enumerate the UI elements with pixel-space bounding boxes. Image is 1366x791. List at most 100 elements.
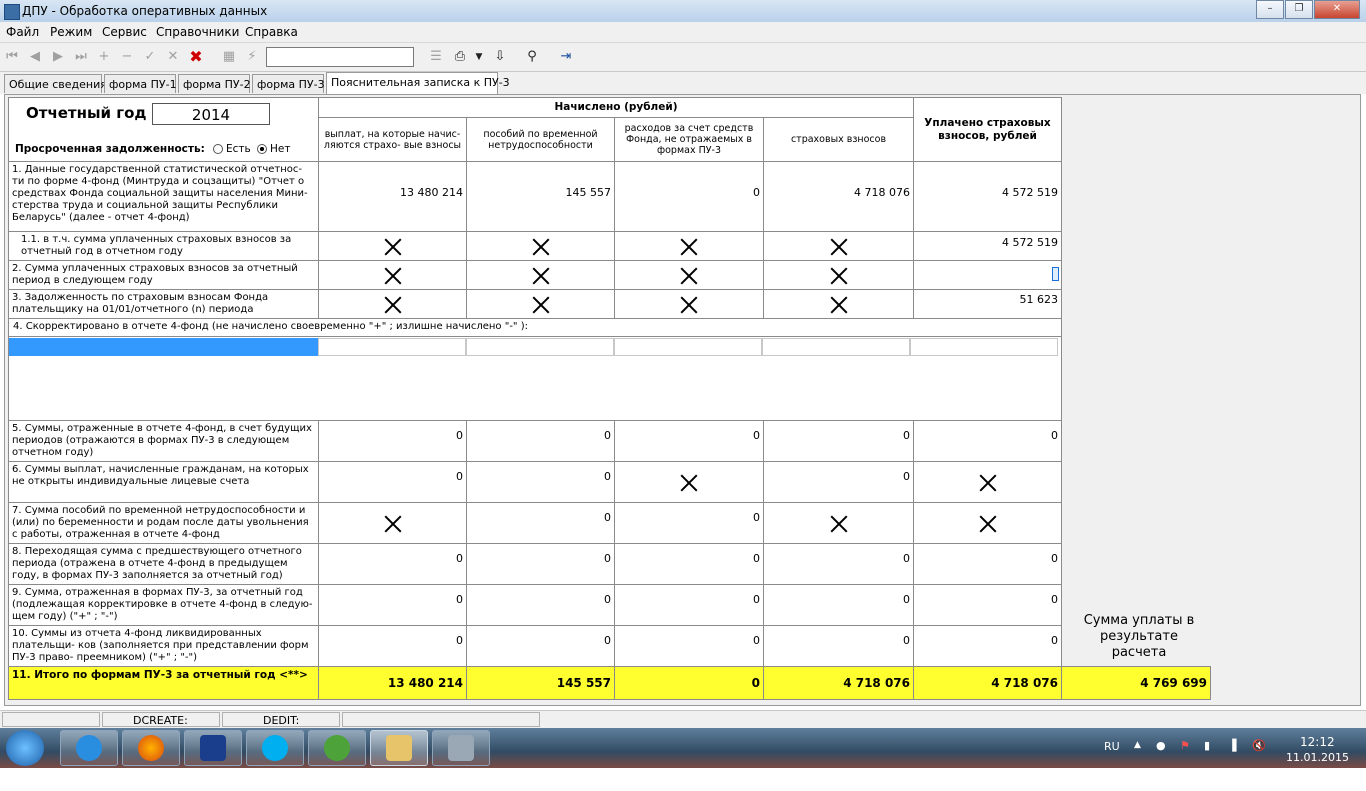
tab-pu2[interactable]: форма ПУ-2 [178, 74, 251, 93]
row10-label: 10. Суммы из отчета 4-фонд ликвидированн… [8, 625, 319, 667]
row1-paid-value[interactable]: 4 572 519 [913, 161, 1062, 232]
year-block: Отчетный год 2014 Просроченная задолженн… [8, 97, 319, 162]
accrued-header: Начислено (рублей) [318, 97, 914, 118]
overdue-yes-radio[interactable] [213, 144, 223, 154]
row9-payments-value[interactable]: 0 [318, 584, 467, 626]
grid-cell[interactable] [762, 338, 910, 356]
cross-icon [680, 296, 698, 314]
row1-1-paid-value[interactable]: 4 572 519 [913, 231, 1062, 261]
row10-contributions-value[interactable]: 0 [763, 625, 914, 667]
row8-benefits-value[interactable]: 0 [466, 543, 615, 585]
row9-contributions-value[interactable]: 0 [763, 584, 914, 626]
taskbar-skype[interactable] [246, 730, 304, 766]
next-record-icon[interactable]: ▶ [48, 47, 68, 67]
minimize-button[interactable]: – [1256, 0, 1284, 19]
taskbar-utorrent[interactable] [308, 730, 366, 766]
prev-record-icon[interactable]: ◀ [25, 47, 45, 67]
row8-contributions-value[interactable]: 0 [763, 543, 914, 585]
tab-explanatory-note[interactable]: Пояснительная записка к ПУ-3 [326, 72, 510, 94]
chevron-down-icon[interactable]: ▼ [473, 47, 485, 67]
cross-icon [384, 515, 402, 533]
taskbar-ie[interactable] [60, 730, 118, 766]
row2-paid-input[interactable] [913, 260, 1062, 290]
status-cell-empty [2, 712, 100, 727]
taskbar-firefox[interactable] [122, 730, 180, 766]
row7-benefits-value[interactable]: 0 [466, 502, 615, 544]
language-indicator[interactable]: RU [1104, 740, 1120, 780]
grid-cell[interactable] [614, 338, 762, 356]
overdue-no-radio[interactable] [257, 144, 267, 154]
grid-cell[interactable] [910, 338, 1058, 356]
tab-pu3[interactable]: форма ПУ-3 [252, 74, 325, 93]
menu-help[interactable]: Справка [245, 25, 298, 39]
first-record-icon[interactable]: ⏮ [2, 47, 22, 67]
row3-paid-value[interactable]: 51 623 [913, 289, 1062, 319]
maximize-button[interactable]: ❐ [1285, 0, 1313, 19]
start-button[interactable] [6, 730, 44, 766]
row5-paid-value[interactable]: 0 [913, 420, 1062, 462]
row9-expenses-value[interactable]: 0 [614, 584, 764, 626]
text-cursor [1052, 267, 1059, 281]
row1-contributions-value[interactable]: 4 718 076 [763, 161, 914, 232]
tab-pu1[interactable]: форма ПУ-1 [104, 74, 177, 93]
signal-icon[interactable]: ▐ [1228, 739, 1236, 779]
row9-benefits-value[interactable]: 0 [466, 584, 615, 626]
row1-expenses-value[interactable]: 0 [614, 161, 764, 232]
grid-cell[interactable] [466, 338, 614, 356]
row6-contributions-value[interactable]: 0 [763, 461, 914, 503]
tray-network-app-icon[interactable]: ● [1156, 739, 1166, 779]
search-icon[interactable]: ⚲ [522, 47, 542, 67]
row8-paid-value[interactable]: 0 [913, 543, 1062, 585]
toolbar-search-input[interactable] [266, 47, 414, 67]
post-record-icon[interactable]: ✓ [140, 47, 160, 67]
selected-grid-row[interactable] [9, 338, 318, 356]
row5-benefits-value[interactable]: 0 [466, 420, 615, 462]
row5-payments-value[interactable]: 0 [318, 420, 467, 462]
row10-expenses-value[interactable]: 0 [614, 625, 764, 667]
volume-muted-icon[interactable]: 🔇 [1252, 739, 1266, 779]
tab-general[interactable]: Общие сведения [4, 74, 107, 93]
row5-expenses-value[interactable]: 0 [614, 420, 764, 462]
cancel-edit-icon[interactable]: ✕ [163, 47, 183, 67]
row6-benefits-value[interactable]: 0 [466, 461, 615, 503]
print-icon[interactable]: ⎙ [450, 47, 470, 67]
row10-payments-value[interactable]: 0 [318, 625, 467, 667]
row2-benefits-cell [466, 260, 615, 290]
delete-record-icon[interactable]: − [117, 47, 137, 67]
row7-expenses-value[interactable]: 0 [614, 502, 764, 544]
close-button[interactable]: ✕ [1314, 0, 1360, 19]
year-input[interactable]: 2014 [152, 103, 270, 125]
export-icon[interactable]: ⇩ [490, 47, 510, 67]
row5-contributions-value[interactable]: 0 [763, 420, 914, 462]
tray-flag-icon[interactable]: ⚑ [1180, 739, 1190, 779]
menu-mode[interactable]: Режим [50, 25, 92, 39]
row1-payments-value[interactable]: 13 480 214 [318, 161, 467, 232]
tray-expand-icon[interactable]: ▲ [1134, 740, 1141, 780]
exit-icon[interactable]: ⇥ [556, 47, 576, 67]
document-icon[interactable]: ☰ [426, 47, 446, 67]
grid-cell[interactable] [318, 338, 466, 356]
row6-payments-value[interactable]: 0 [318, 461, 467, 503]
calculator-icon[interactable]: ▦ [219, 47, 239, 67]
row8-expenses-value[interactable]: 0 [614, 543, 764, 585]
row10-benefits-value[interactable]: 0 [466, 625, 615, 667]
row1-benefits-value[interactable]: 145 557 [466, 161, 615, 232]
row10-paid-value[interactable]: 0 [913, 625, 1062, 667]
tray-device-icon[interactable]: ▮ [1204, 739, 1210, 779]
row9-label: 9. Сумма, отраженная в формах ПУ-3, за о… [8, 584, 319, 626]
row9-paid-value[interactable]: 0 [913, 584, 1062, 626]
delete-icon[interactable]: ✖ [186, 47, 206, 67]
lightning-icon[interactable]: ⚡ [242, 47, 262, 67]
menu-references[interactable]: Справочники [156, 25, 239, 39]
row2-payments-cell [318, 260, 467, 290]
row8-payments-value[interactable]: 0 [318, 543, 467, 585]
taskbar-disk[interactable] [184, 730, 242, 766]
last-record-icon[interactable]: ⏭ [71, 47, 91, 67]
menu-file[interactable]: Файл [6, 25, 39, 39]
taskbar-dpu-app[interactable] [370, 730, 428, 766]
tab-bar: Общие сведения форма ПУ-1 форма ПУ-2 фор… [0, 72, 1366, 94]
insert-record-icon[interactable]: + [94, 47, 114, 67]
clock-date[interactable]: 11.01.2015 [1286, 751, 1349, 791]
taskbar-calculator[interactable] [432, 730, 490, 766]
menu-service[interactable]: Сервис [102, 25, 147, 39]
